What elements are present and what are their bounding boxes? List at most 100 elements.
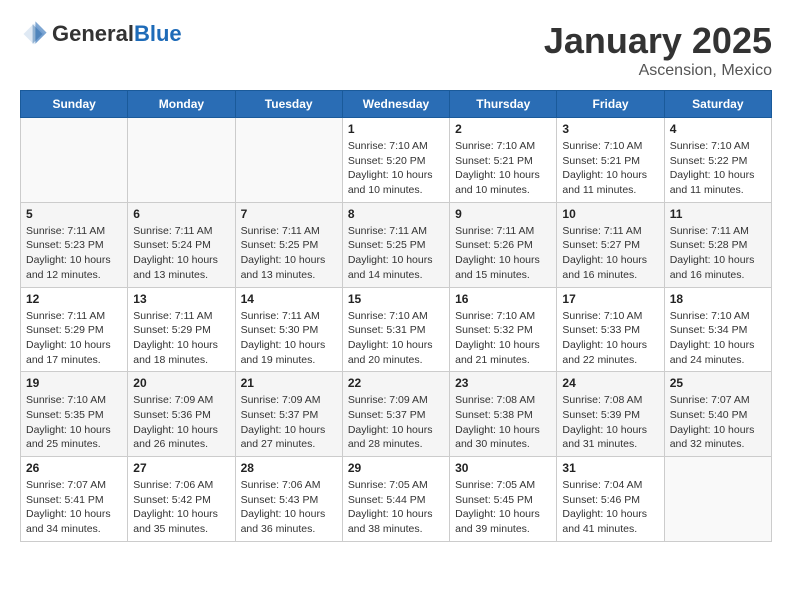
day-number: 15 <box>348 292 444 306</box>
calendar-cell: 18Sunrise: 7:10 AMSunset: 5:34 PMDayligh… <box>664 287 771 372</box>
calendar-body: 1 Sunrise: 7:10 AMSunset: 5:20 PMDaylight… <box>21 118 772 542</box>
day-info: Sunrise: 7:10 AMSunset: 5:21 PMDaylight:… <box>455 139 551 198</box>
week-row-1: 1 Sunrise: 7:10 AMSunset: 5:20 PMDaylight… <box>21 118 772 203</box>
day-info: Sunrise: 7:11 AMSunset: 5:30 PMDaylight:… <box>241 309 337 368</box>
calendar-cell: 30 Sunrise: 7:05 AMSunset: 5:45 PMDayligh… <box>450 457 557 542</box>
day-info: Sunrise: 7:05 AMSunset: 5:45 PMDaylight:… <box>455 478 551 537</box>
calendar-cell: 11 Sunrise: 7:11 AMSunset: 5:28 PMDayligh… <box>664 202 771 287</box>
day-number: 9 <box>455 207 551 221</box>
calendar-cell: 5 Sunrise: 7:11 AMSunset: 5:23 PMDaylight… <box>21 202 128 287</box>
day-of-week-friday: Friday <box>557 91 664 118</box>
logo: GeneralBlue <box>20 20 182 48</box>
day-info: Sunrise: 7:08 AMSunset: 5:38 PMDaylight:… <box>455 393 551 452</box>
calendar-cell: 25Sunrise: 7:07 AMSunset: 5:40 PMDayligh… <box>664 372 771 457</box>
day-info: Sunrise: 7:11 AMSunset: 5:28 PMDaylight:… <box>670 224 766 283</box>
calendar-cell: 29 Sunrise: 7:05 AMSunset: 5:44 PMDayligh… <box>342 457 449 542</box>
calendar-cell: 15Sunrise: 7:10 AMSunset: 5:31 PMDayligh… <box>342 287 449 372</box>
day-info: Sunrise: 7:06 AMSunset: 5:42 PMDaylight:… <box>133 478 229 537</box>
day-number: 6 <box>133 207 229 221</box>
month-title: January 2025 <box>544 20 772 62</box>
day-info: Sunrise: 7:10 AMSunset: 5:22 PMDaylight:… <box>670 139 766 198</box>
day-number: 31 <box>562 461 658 475</box>
day-number: 26 <box>26 461 122 475</box>
calendar-cell: 27 Sunrise: 7:06 AMSunset: 5:42 PMDayligh… <box>128 457 235 542</box>
day-number: 14 <box>241 292 337 306</box>
day-number: 28 <box>241 461 337 475</box>
day-info: Sunrise: 7:10 AMSunset: 5:20 PMDaylight:… <box>348 139 444 198</box>
day-number: 11 <box>670 207 766 221</box>
day-info: Sunrise: 7:10 AMSunset: 5:33 PMDaylight:… <box>562 309 658 368</box>
day-number: 5 <box>26 207 122 221</box>
day-number: 8 <box>348 207 444 221</box>
day-number: 1 <box>348 122 444 136</box>
day-info: Sunrise: 7:11 AMSunset: 5:25 PMDaylight:… <box>348 224 444 283</box>
week-row-5: 26 Sunrise: 7:07 AMSunset: 5:41 PMDayligh… <box>21 457 772 542</box>
calendar-cell: 8 Sunrise: 7:11 AMSunset: 5:25 PMDaylight… <box>342 202 449 287</box>
days-of-week-row: SundayMondayTuesdayWednesdayThursdayFrid… <box>21 91 772 118</box>
calendar-cell: 14 Sunrise: 7:11 AMSunset: 5:30 PMDayligh… <box>235 287 342 372</box>
day-info: Sunrise: 7:10 AMSunset: 5:21 PMDaylight:… <box>562 139 658 198</box>
day-number: 23 <box>455 376 551 390</box>
day-number: 17 <box>562 292 658 306</box>
calendar-cell <box>21 118 128 203</box>
calendar-cell: 10 Sunrise: 7:11 AMSunset: 5:27 PMDayligh… <box>557 202 664 287</box>
calendar-cell: 22Sunrise: 7:09 AMSunset: 5:37 PMDayligh… <box>342 372 449 457</box>
day-number: 29 <box>348 461 444 475</box>
day-of-week-tuesday: Tuesday <box>235 91 342 118</box>
logo-icon <box>20 20 48 48</box>
calendar-cell: 1 Sunrise: 7:10 AMSunset: 5:20 PMDaylight… <box>342 118 449 203</box>
day-info: Sunrise: 7:11 AMSunset: 5:26 PMDaylight:… <box>455 224 551 283</box>
location-subtitle: Ascension, Mexico <box>544 62 772 80</box>
day-of-week-wednesday: Wednesday <box>342 91 449 118</box>
calendar-cell: 28 Sunrise: 7:06 AMSunset: 5:43 PMDayligh… <box>235 457 342 542</box>
calendar-cell: 3 Sunrise: 7:10 AMSunset: 5:21 PMDaylight… <box>557 118 664 203</box>
logo-blue: Blue <box>134 21 182 46</box>
logo-general: General <box>52 21 134 46</box>
day-number: 3 <box>562 122 658 136</box>
week-row-3: 12 Sunrise: 7:11 AMSunset: 5:29 PMDayligh… <box>21 287 772 372</box>
day-number: 2 <box>455 122 551 136</box>
day-info: Sunrise: 7:10 AMSunset: 5:35 PMDaylight:… <box>26 393 122 452</box>
day-info: Sunrise: 7:05 AMSunset: 5:44 PMDaylight:… <box>348 478 444 537</box>
day-number: 4 <box>670 122 766 136</box>
calendar-cell: 4 Sunrise: 7:10 AMSunset: 5:22 PMDaylight… <box>664 118 771 203</box>
day-number: 7 <box>241 207 337 221</box>
day-of-week-monday: Monday <box>128 91 235 118</box>
day-info: Sunrise: 7:11 AMSunset: 5:23 PMDaylight:… <box>26 224 122 283</box>
calendar-cell: 20 Sunrise: 7:09 AMSunset: 5:36 PMDayligh… <box>128 372 235 457</box>
day-number: 10 <box>562 207 658 221</box>
calendar-cell: 23 Sunrise: 7:08 AMSunset: 5:38 PMDayligh… <box>450 372 557 457</box>
day-number: 12 <box>26 292 122 306</box>
day-info: Sunrise: 7:11 AMSunset: 5:27 PMDaylight:… <box>562 224 658 283</box>
day-info: Sunrise: 7:11 AMSunset: 5:29 PMDaylight:… <box>133 309 229 368</box>
day-info: Sunrise: 7:09 AMSunset: 5:36 PMDaylight:… <box>133 393 229 452</box>
calendar-cell <box>128 118 235 203</box>
calendar-cell: 7Sunrise: 7:11 AMSunset: 5:25 PMDaylight… <box>235 202 342 287</box>
day-of-week-saturday: Saturday <box>664 91 771 118</box>
day-number: 21 <box>241 376 337 390</box>
calendar-cell: 12Sunrise: 7:11 AMSunset: 5:29 PMDayligh… <box>21 287 128 372</box>
calendar-cell: 24 Sunrise: 7:08 AMSunset: 5:39 PMDayligh… <box>557 372 664 457</box>
calendar-cell: 26 Sunrise: 7:07 AMSunset: 5:41 PMDayligh… <box>21 457 128 542</box>
day-number: 20 <box>133 376 229 390</box>
day-info: Sunrise: 7:09 AMSunset: 5:37 PMDaylight:… <box>348 393 444 452</box>
day-info: Sunrise: 7:07 AMSunset: 5:41 PMDaylight:… <box>26 478 122 537</box>
title-block: January 2025 Ascension, Mexico <box>544 20 772 80</box>
day-number: 16 <box>455 292 551 306</box>
calendar-cell: 19 Sunrise: 7:10 AMSunset: 5:35 PMDayligh… <box>21 372 128 457</box>
day-number: 24 <box>562 376 658 390</box>
calendar-cell: 16Sunrise: 7:10 AMSunset: 5:32 PMDayligh… <box>450 287 557 372</box>
day-info: Sunrise: 7:06 AMSunset: 5:43 PMDaylight:… <box>241 478 337 537</box>
day-number: 27 <box>133 461 229 475</box>
day-number: 18 <box>670 292 766 306</box>
day-info: Sunrise: 7:09 AMSunset: 5:37 PMDaylight:… <box>241 393 337 452</box>
day-number: 30 <box>455 461 551 475</box>
calendar-cell: 13Sunrise: 7:11 AMSunset: 5:29 PMDayligh… <box>128 287 235 372</box>
calendar-cell <box>664 457 771 542</box>
week-row-4: 19 Sunrise: 7:10 AMSunset: 5:35 PMDayligh… <box>21 372 772 457</box>
calendar-table: SundayMondayTuesdayWednesdayThursdayFrid… <box>20 90 772 542</box>
calendar-cell: 17 Sunrise: 7:10 AMSunset: 5:33 PMDayligh… <box>557 287 664 372</box>
day-info: Sunrise: 7:07 AMSunset: 5:40 PMDaylight:… <box>670 393 766 452</box>
day-info: Sunrise: 7:08 AMSunset: 5:39 PMDaylight:… <box>562 393 658 452</box>
day-number: 19 <box>26 376 122 390</box>
